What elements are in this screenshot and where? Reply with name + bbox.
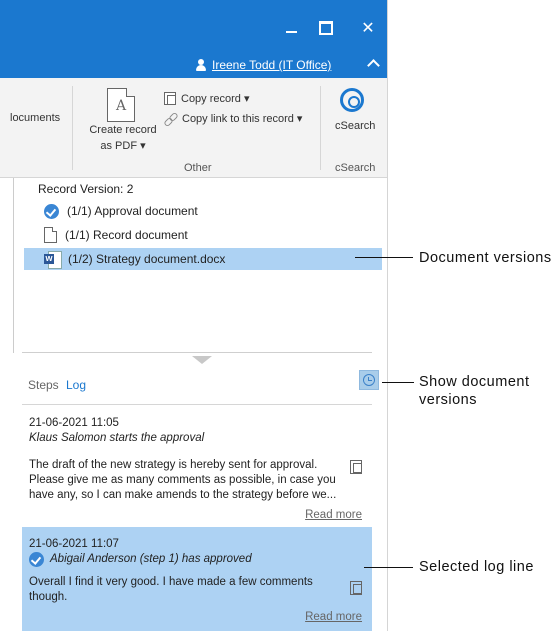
check-circle-icon [29,552,44,567]
link-icon [164,112,177,125]
csearch-icon[interactable] [340,88,364,112]
ribbon-group-separator [72,86,73,170]
minimize-button[interactable] [279,16,303,40]
callout-line [382,382,414,383]
tab-steps[interactable]: Steps [28,378,59,392]
ribbon: locuments Create record as PDF ▾ Copy re… [0,78,387,178]
document-versions-list: Record Version: 2 (1/1) Approval documen… [0,178,387,353]
callout-selected-log-line: Selected log line [419,559,534,575]
copy-record-label: Copy record ▾ [181,93,250,105]
copy-icon[interactable] [350,460,362,474]
version-item[interactable]: (1/1) Record document [44,224,188,246]
log-entry-selected[interactable]: 21-06-2021 11:07 Abigail Anderson (step … [22,527,372,631]
ribbon-group-separator [320,86,321,170]
log-message: The draft of the new strategy is hereby … [29,459,337,501]
user-link[interactable]: Ireene Todd (IT Office) [212,58,331,72]
check-circle-icon [44,203,59,219]
user-icon [196,59,206,71]
version-item-label: (1/1) Record document [65,228,188,242]
log-date: 21-06-2021 11:07 [29,538,119,550]
callout-line [355,257,413,258]
callout-show-document-versions: Show document versions [419,374,530,408]
word-document-icon [44,251,62,269]
chevron-down-icon[interactable] [192,356,212,364]
tab-divider [22,404,372,405]
ribbon-group-csearch-label: cSearch [335,162,376,174]
tab-log[interactable]: Log [66,378,86,392]
collapse-ribbon-icon[interactable] [366,56,380,70]
csearch-button[interactable]: cSearch [335,120,375,132]
log-date: 21-06-2021 11:05 [29,417,119,429]
version-item-label: (1/2) Strategy document.docx [68,252,226,266]
create-record-pdf-button[interactable]: Create record as PDF ▾ [86,122,160,154]
version-item[interactable]: (1/1) Approval document [44,200,198,222]
version-item-selected[interactable]: (1/2) Strategy document.docx [24,248,382,270]
record-panel: ✕ Ireene Todd (IT Office) locuments Crea… [0,0,388,631]
copy-icon[interactable] [350,581,362,595]
log-actor: Abigail Anderson (step 1) has approved [50,553,252,565]
log-message: Overall I find it very good. I have made… [29,576,313,603]
log-actor-row: Abigail Anderson (step 1) has approved [29,552,252,567]
record-version-title: Record Version: 2 [38,182,134,196]
document-icon [44,227,57,243]
read-more-link[interactable]: Read more [305,508,362,523]
callout-line [364,567,413,568]
current-user[interactable]: Ireene Todd (IT Office) [196,56,331,74]
ribbon-group-other-label: Other [184,162,212,174]
show-document-versions-button[interactable] [359,370,379,390]
callout-document-versions: Document versions [419,250,552,266]
close-button[interactable]: ✕ [356,16,380,40]
copy-link-label: Copy link to this record ▾ [182,113,303,125]
copy-record-button[interactable]: Copy record ▾ [164,92,250,105]
copy-link-button[interactable]: Copy link to this record ▾ [164,112,302,125]
copy-icon [164,92,176,105]
log-actor: Klaus Salomon starts the approval [29,432,205,444]
maximize-button[interactable] [314,16,338,40]
log-entry[interactable]: 21-06-2021 11:05 Klaus Salomon starts th… [22,406,372,526]
title-bar: ✕ Ireene Todd (IT Office) [0,0,387,78]
splitter[interactable] [22,352,372,353]
version-item-label: (1/1) Approval document [67,204,198,218]
read-more-link[interactable]: Read more [305,610,362,625]
documents-button[interactable]: locuments [10,112,60,124]
pdf-icon[interactable] [107,88,135,122]
